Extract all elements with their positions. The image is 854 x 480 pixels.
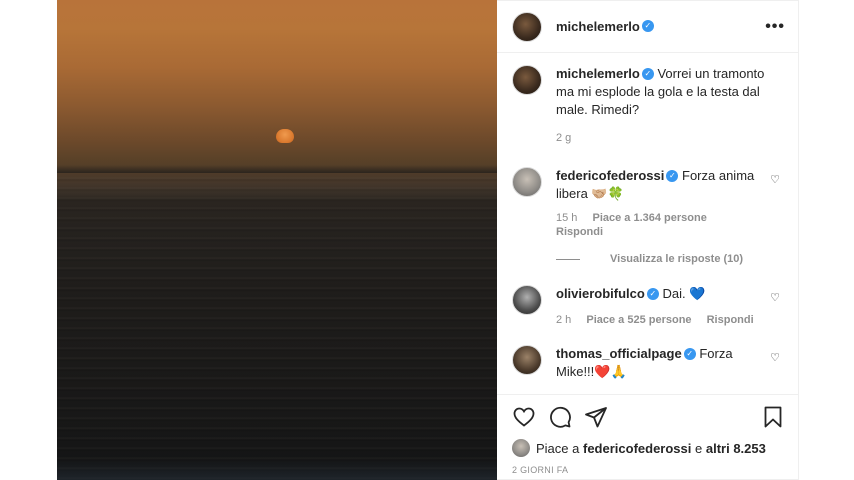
comment-time[interactable]: 15 h	[556, 212, 577, 224]
verified-badge-icon: ✓	[641, 19, 654, 32]
post-header: michelemerlo ✓ •••	[497, 1, 798, 53]
verified-badge-icon: ✓	[646, 287, 659, 300]
heart-icon[interactable]	[512, 405, 536, 429]
sea-waves	[57, 172, 497, 480]
comment-avatar[interactable]	[512, 285, 542, 315]
post-side-panel: michelemerlo ✓ ••• michelemerlo ✓ Vorrei …	[497, 0, 799, 480]
comment-avatar[interactable]	[512, 345, 542, 375]
liker-avatar[interactable]	[512, 439, 530, 457]
comment-username[interactable]: federicofederossi	[556, 168, 664, 183]
comment-like-heart-icon[interactable]: ♡	[770, 351, 780, 364]
shoreline	[57, 458, 497, 480]
comment-icon[interactable]	[548, 405, 572, 429]
comment-likes[interactable]: Piace a 525 persone	[586, 314, 691, 326]
author-avatar[interactable]	[512, 11, 542, 42]
comment-like-heart-icon[interactable]: ♡	[770, 173, 780, 186]
verified-badge-icon: ✓	[641, 67, 654, 80]
comment-row: thomas_officialpage ✓ Forza Mike!!!❤️🙏 ♡	[512, 345, 785, 381]
caption-avatar[interactable]	[512, 65, 542, 95]
instagram-post: michelemerlo ✓ ••• michelemerlo ✓ Vorrei …	[57, 0, 799, 480]
likes-connector: e	[695, 440, 703, 456]
comment-avatar[interactable]	[512, 167, 542, 197]
sun	[276, 129, 294, 143]
reply-button[interactable]: Rispondi	[556, 226, 603, 238]
comment-row: olivierobifulco ✓ Dai. 💙 2 h Piace a 525 …	[512, 285, 785, 327]
caption-time[interactable]: 2 g	[556, 132, 571, 144]
post-date[interactable]: 2 GIORNI FA	[512, 465, 785, 475]
caption-username[interactable]: michelemerlo	[556, 66, 640, 81]
likes-prefix: Piace a	[536, 440, 580, 456]
replies-divider	[556, 258, 580, 260]
bookmark-icon[interactable]	[761, 405, 785, 429]
comments-list[interactable]: michelemerlo ✓ Vorrei un tramonto ma mi e…	[497, 54, 798, 393]
comment-time[interactable]: 2 h	[556, 314, 571, 326]
caption: michelemerlo ✓ Vorrei un tramonto ma mi e…	[512, 65, 785, 145]
comment-row: federicofederossi ✓ Forza anima libera 🤝🏼…	[512, 167, 785, 239]
likes-summary[interactable]: Piace a federicofederossi e altri 8.253	[512, 439, 785, 457]
verified-badge-icon: ✓	[666, 169, 679, 182]
likes-others[interactable]: altri 8.253	[706, 441, 766, 456]
comment-username[interactable]: olivierobifulco	[556, 286, 645, 301]
verified-badge-icon: ✓	[683, 347, 696, 360]
post-photo-sunset[interactable]	[57, 0, 497, 480]
paper-plane-icon[interactable]	[584, 405, 608, 429]
post-actions: Piace a federicofederossi e altri 8.253 …	[497, 394, 798, 480]
view-replies-button[interactable]: Visualizza le risposte (10)	[556, 253, 785, 265]
reply-button[interactable]: Rispondi	[707, 314, 754, 326]
comment-text: Dai. 💙	[662, 286, 706, 301]
author-username[interactable]: michelemerlo	[556, 19, 640, 34]
more-options-icon[interactable]: •••	[765, 18, 785, 36]
comment-likes[interactable]: Piace a 1.364 persone	[592, 212, 706, 224]
view-replies-label: Visualizza le risposte (10)	[610, 253, 744, 265]
action-bar	[512, 395, 785, 439]
comment-like-heart-icon[interactable]: ♡	[770, 291, 780, 304]
comment-username[interactable]: thomas_officialpage	[556, 346, 682, 361]
liker-username[interactable]: federicofederossi	[583, 441, 691, 456]
